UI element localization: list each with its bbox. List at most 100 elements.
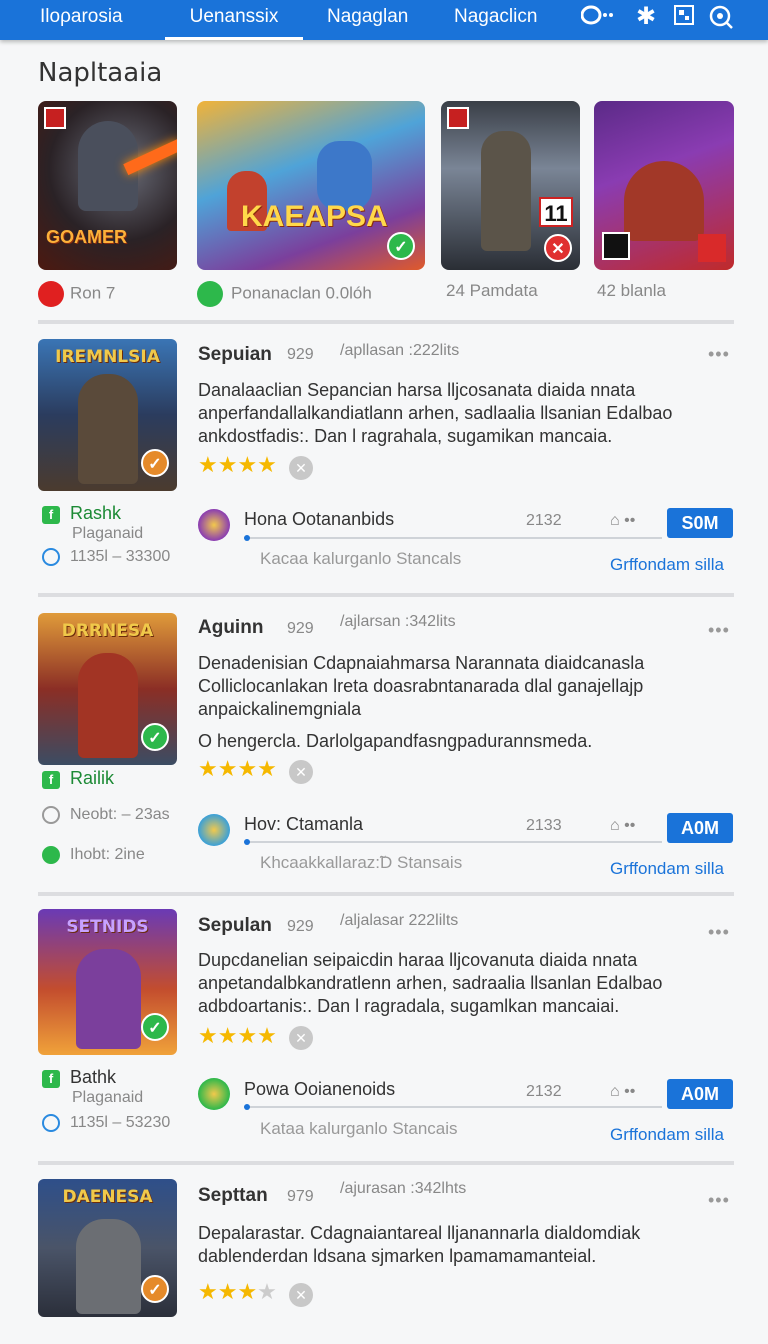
featured-meta-1: Ron 7 bbox=[38, 281, 115, 307]
tab-2[interactable]: Uenanssix bbox=[165, 0, 303, 40]
list-badge-icon bbox=[698, 234, 726, 262]
progress-dot bbox=[244, 535, 250, 541]
more-options-icon[interactable]: ••• bbox=[708, 344, 730, 365]
unrated-star-icon: ✕ bbox=[289, 760, 313, 784]
download-row: Ihobt: 2ine bbox=[42, 846, 145, 864]
game-number: 929 bbox=[287, 620, 314, 637]
top-nav-bar: Iloρarosia Uenanssix Nagaglan Nagaclicn … bbox=[0, 0, 768, 40]
game-meta: /aljalasar 222lilts bbox=[340, 912, 459, 929]
featured-meta-text: Ron 7 bbox=[70, 283, 116, 303]
star-rating: ★★★★ bbox=[198, 1023, 277, 1048]
players-text: 1135l – 53230 bbox=[70, 1114, 171, 1132]
grid-icon[interactable] bbox=[671, 4, 697, 30]
divider bbox=[38, 320, 734, 324]
featured-card-2[interactable]: KAEAPSA ✓ bbox=[197, 101, 425, 270]
star-rating: ★★★★ bbox=[198, 1279, 277, 1304]
game-number: 979 bbox=[287, 1188, 314, 1205]
featured-logo: GOAMER bbox=[46, 227, 127, 247]
game-title[interactable]: Septtan bbox=[198, 1185, 268, 1207]
unrated-star-icon: ✕ bbox=[289, 456, 313, 480]
platform-row: f Rashk bbox=[42, 503, 121, 524]
download-button[interactable]: A0M bbox=[667, 1079, 733, 1109]
home-icon[interactable]: ⌂ •• bbox=[610, 817, 635, 835]
game-thumbnail[interactable]: SETNIDS ✓ bbox=[38, 909, 177, 1055]
developer-name[interactable]: Hona Ootananbids bbox=[244, 509, 394, 530]
game-title[interactable]: Sepuian bbox=[198, 344, 272, 366]
thumbnail-title: IREMNLSIA bbox=[55, 347, 160, 367]
progress-line bbox=[244, 537, 662, 539]
developer-name[interactable]: Powa Ooianenoids bbox=[244, 1079, 395, 1100]
more-options-icon[interactable]: ••• bbox=[708, 1190, 730, 1211]
game-number: 929 bbox=[287, 346, 314, 363]
progress-line bbox=[244, 1106, 662, 1108]
game-meta: /ajurasan :342lhts bbox=[340, 1180, 467, 1197]
search-icon[interactable] bbox=[708, 4, 734, 30]
game-title[interactable]: Aguinn bbox=[198, 617, 263, 639]
details-link[interactable]: Grffondam silla bbox=[610, 859, 724, 879]
platform-row: f Railik bbox=[42, 768, 114, 789]
chat-icon bbox=[42, 548, 60, 566]
details-link[interactable]: Grffondam silla bbox=[610, 1125, 724, 1145]
check-badge-icon: ✓ bbox=[141, 723, 169, 751]
game-meta: /ajlarsan :342lits bbox=[340, 613, 456, 630]
platform-label: Rashk bbox=[70, 503, 122, 523]
tab-1[interactable]: Iloρarosia bbox=[40, 0, 123, 40]
developer-sub-label: Khcaakkallaraz:̃D Stansais bbox=[260, 853, 463, 872]
more-options-icon[interactable]: ••• bbox=[708, 620, 730, 641]
developer-count: 2132 bbox=[526, 512, 562, 529]
players-text: 1135l – 33300 bbox=[70, 548, 171, 566]
divider bbox=[38, 593, 734, 597]
close-badge-icon: ✕ bbox=[544, 234, 572, 262]
game-description: Denadenisian Cdapnaiahmarsa Narannata di… bbox=[198, 653, 645, 719]
divider bbox=[38, 892, 734, 896]
download-button[interactable]: S0M bbox=[667, 508, 733, 538]
download-button[interactable]: A0M bbox=[667, 813, 733, 843]
game-description: Danalaaclian Sepancian harsa lljcosanata… bbox=[198, 380, 673, 446]
home-icon[interactable]: ⌂ •• bbox=[610, 512, 635, 530]
pin-icon bbox=[38, 281, 64, 307]
developer-avatar bbox=[198, 814, 230, 846]
developer-sub-label: Kacaa kalurganlo Stancals bbox=[260, 549, 462, 568]
more-options-icon[interactable]: ••• bbox=[708, 922, 730, 943]
platform-row: f Bathk bbox=[42, 1067, 116, 1088]
star-icon[interactable]: ✱ bbox=[633, 4, 659, 30]
platform-icon: f bbox=[42, 505, 60, 524]
players-row: 1135l – 33300 bbox=[42, 548, 170, 566]
character-figure bbox=[78, 374, 138, 484]
star-rating: ★★★★ bbox=[198, 756, 277, 781]
game-number: 929 bbox=[287, 918, 314, 935]
progress-line bbox=[244, 841, 662, 843]
developer-sub-label: Kataa kalurganlo Stancais bbox=[260, 1119, 458, 1138]
featured-meta-4: 42 blanla bbox=[597, 281, 667, 300]
game-thumbnail[interactable]: IREMNLSIA ✓ bbox=[38, 339, 177, 491]
tab-4[interactable]: Nagaclicn bbox=[454, 0, 537, 40]
platform-sub: Plaganaid bbox=[72, 525, 144, 542]
featured-meta-2: Ponanaclan 0.0lóh bbox=[197, 281, 372, 307]
details-link[interactable]: Grffondam silla bbox=[610, 555, 724, 575]
download-text: Ihobt: 2ine bbox=[70, 846, 145, 864]
game-description: Dupcdanelian seipaicdin haraa lljcovanut… bbox=[198, 950, 663, 1016]
featured-card-4[interactable] bbox=[594, 101, 734, 270]
platform-label: Bathk bbox=[70, 1067, 117, 1087]
game-title[interactable]: Sepulan bbox=[198, 915, 272, 937]
progress-dot bbox=[244, 1104, 250, 1110]
character-figure bbox=[481, 131, 531, 251]
check-badge-icon: ✓ bbox=[141, 1013, 169, 1041]
badge-icon bbox=[44, 107, 66, 129]
game-thumbnail[interactable]: DRRNESA ✓ bbox=[38, 613, 177, 765]
platform-icon: f bbox=[42, 770, 60, 789]
gamepad-icon[interactable] bbox=[580, 4, 614, 30]
featured-card-3[interactable]: 11 ✕ bbox=[441, 101, 580, 270]
character-figure bbox=[76, 1219, 141, 1314]
developer-count: 2132 bbox=[526, 1083, 562, 1100]
home-icon[interactable]: ⌂ •• bbox=[610, 1083, 635, 1101]
chat-icon bbox=[42, 1114, 60, 1132]
tab-3[interactable]: Nagaglan bbox=[327, 0, 408, 40]
info-row: Neobt: – 23as bbox=[42, 806, 170, 824]
character-figure bbox=[78, 653, 138, 758]
featured-card-1[interactable]: GOAMER bbox=[38, 101, 177, 270]
info-text: Neobt: – 23as bbox=[70, 806, 170, 824]
game-thumbnail[interactable]: DAENESA ✓ bbox=[38, 1179, 177, 1317]
developer-name[interactable]: Hov: Ctamanla bbox=[244, 814, 363, 835]
thumbnail-title: DAENESA bbox=[62, 1187, 153, 1207]
